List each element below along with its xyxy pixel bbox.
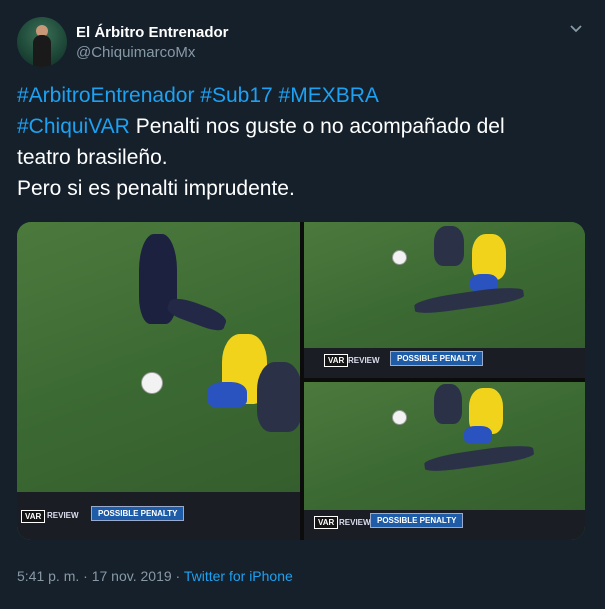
hashtag-link[interactable]: #ArbitroEntrenador xyxy=(17,84,194,107)
separator: · xyxy=(83,568,88,584)
review-label: REVIEW xyxy=(47,511,79,520)
possible-penalty-label: POSSIBLE PENALTY xyxy=(91,506,185,521)
media-image-bottom-right[interactable]: VAR REVIEW POSSIBLE PENALTY xyxy=(304,382,585,540)
player-blue-shorts xyxy=(464,426,492,444)
avatar[interactable] xyxy=(17,17,67,67)
player-dark-2 xyxy=(257,362,300,432)
var-badge: VAR xyxy=(324,354,349,367)
tweet-text-fragment: Penalti nos guste o no acompañado del xyxy=(135,115,505,138)
tweet-text: #ArbitroEntrenador #Sub17 #MEXBRA #Chiqu… xyxy=(17,80,587,204)
chevron-down-icon[interactable] xyxy=(568,20,584,36)
possible-penalty-label: POSSIBLE PENALTY xyxy=(370,513,464,528)
player-dark xyxy=(434,226,464,266)
tweet-footer: 5:41 p. m. · 17 nov. 2019 · Twitter for … xyxy=(17,568,293,584)
ball xyxy=(392,250,407,265)
review-label: REVIEW xyxy=(339,518,371,527)
hashtag-link[interactable]: #ChiquiVAR xyxy=(17,115,130,138)
var-badge: VAR xyxy=(21,510,46,523)
tweet-line-1: #ArbitroEntrenador #Sub17 #MEXBRA xyxy=(17,80,587,111)
separator: · xyxy=(175,568,181,584)
review-label: REVIEW xyxy=(348,356,380,365)
tweet-line-4: Pero si es penalti imprudente. xyxy=(17,177,295,200)
player-blue-shorts xyxy=(207,382,247,408)
avatar-body xyxy=(33,35,51,67)
player-yellow xyxy=(472,234,506,280)
tweet-line-2: #ChiquiVAR Penalti nos guste o no acompa… xyxy=(17,111,587,142)
tweet-line-3: teatro brasileño. xyxy=(17,146,168,169)
media-grid[interactable]: VAR REVIEW POSSIBLE PENALTY VAR REVIEW P… xyxy=(17,222,585,540)
player-dark xyxy=(434,384,462,424)
ball xyxy=(141,372,163,394)
ball xyxy=(392,410,407,425)
author-handle[interactable]: @ChiquimarcoMx xyxy=(76,44,195,61)
media-image-top-right[interactable]: VAR REVIEW POSSIBLE PENALTY xyxy=(304,222,585,378)
var-badge: VAR xyxy=(314,516,339,529)
media-image-left[interactable]: VAR REVIEW POSSIBLE PENALTY xyxy=(17,222,300,540)
hashtag-link[interactable]: #MEXBRA xyxy=(279,84,379,107)
hashtag-link[interactable]: #Sub17 xyxy=(200,84,272,107)
tweet: El Árbitro Entrenador @ChiquimarcoMx #Ar… xyxy=(0,0,605,609)
author-name[interactable]: El Árbitro Entrenador xyxy=(76,24,229,41)
source-link[interactable]: Twitter for iPhone xyxy=(184,568,293,584)
possible-penalty-label: POSSIBLE PENALTY xyxy=(390,351,484,366)
tweet-time[interactable]: 5:41 p. m. xyxy=(17,568,79,584)
tweet-date[interactable]: 17 nov. 2019 xyxy=(92,568,172,584)
